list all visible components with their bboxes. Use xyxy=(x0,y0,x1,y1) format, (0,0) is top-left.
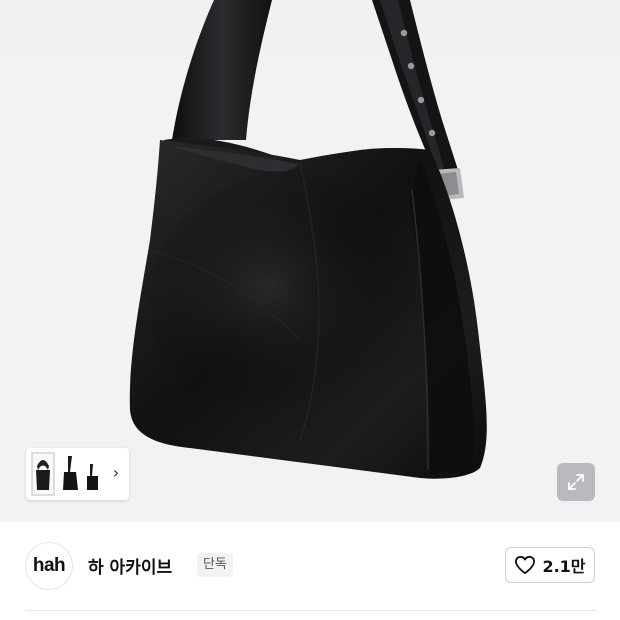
thumbnail-strip[interactable]: › xyxy=(26,448,129,500)
store-info-bar: hah 하 아카이브 단독 2.1만 xyxy=(0,522,620,620)
thumbnail-3[interactable] xyxy=(84,452,108,496)
divider xyxy=(26,610,596,611)
product-image-area[interactable]: › xyxy=(0,0,620,522)
expand-arrows-icon xyxy=(568,474,584,490)
store-name[interactable]: 하 아카이브 xyxy=(88,553,172,578)
expand-button[interactable] xyxy=(557,463,595,501)
like-button[interactable]: 2.1만 xyxy=(505,547,595,583)
chevron-right-icon[interactable]: › xyxy=(109,462,123,484)
store-logo-text: hah xyxy=(32,555,66,576)
thumbnail-1[interactable] xyxy=(31,452,55,496)
heart-outline-icon xyxy=(515,555,536,575)
thumbnail-2[interactable] xyxy=(60,452,84,496)
like-count: 2.1만 xyxy=(542,557,586,576)
store-logo[interactable]: hah xyxy=(25,542,73,590)
exclusive-badge: 단독 xyxy=(197,553,233,577)
bag-photo xyxy=(129,0,487,479)
